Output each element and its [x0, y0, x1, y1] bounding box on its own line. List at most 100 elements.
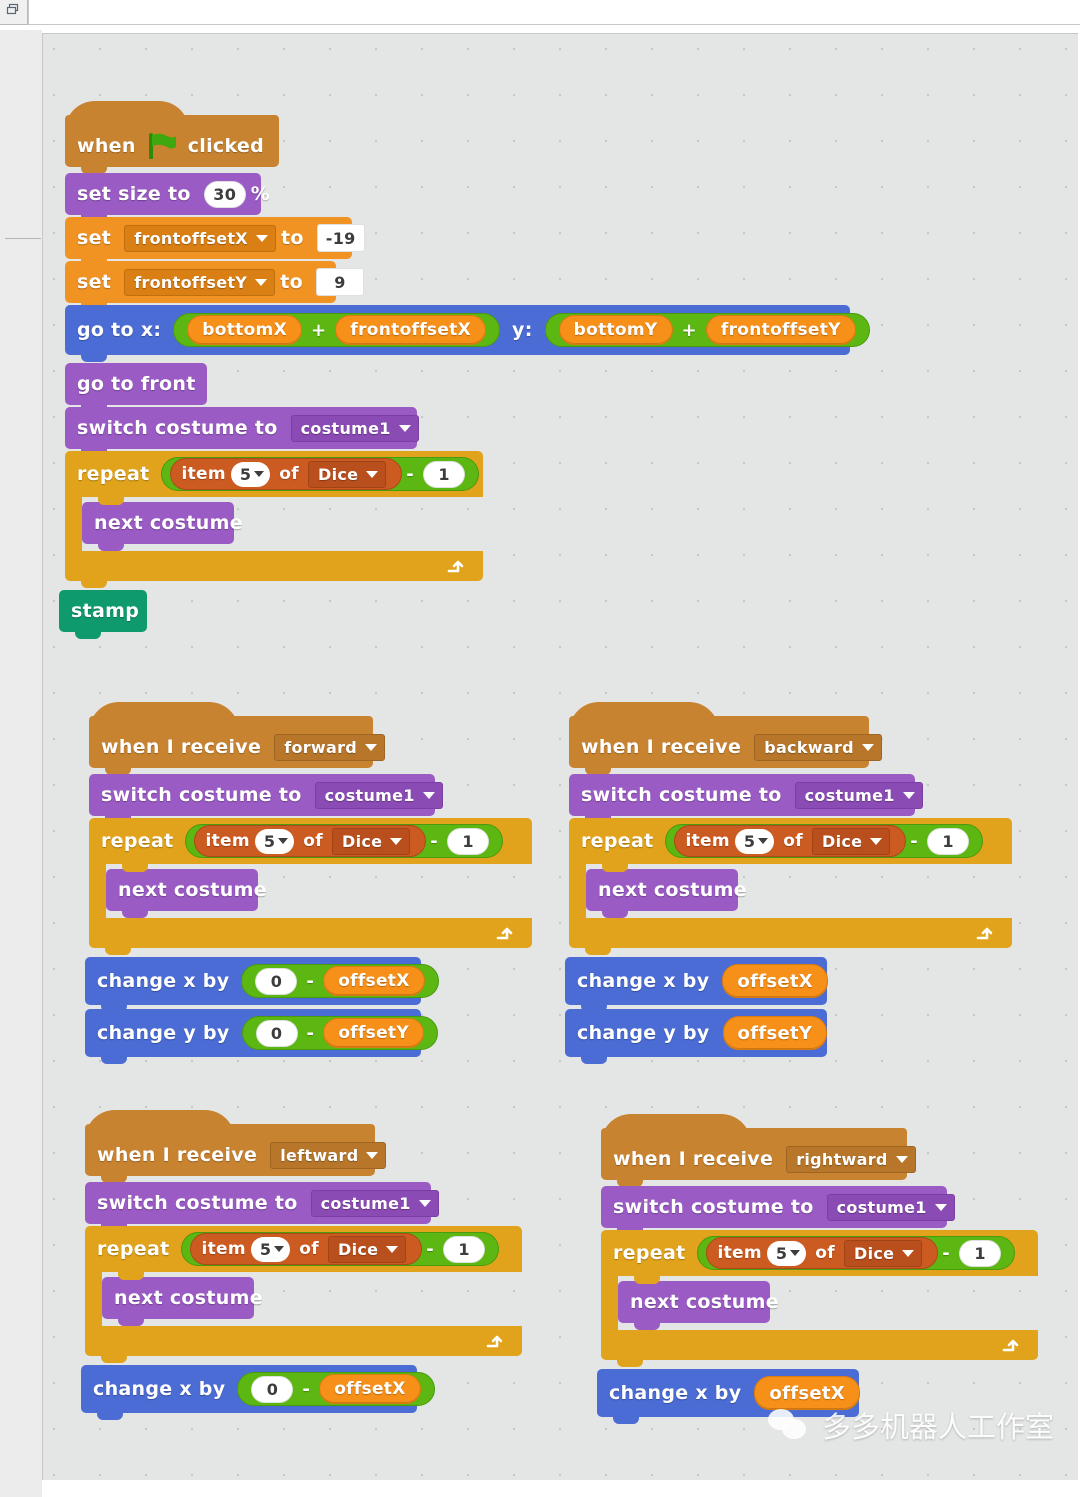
variable-dropdown[interactable]: frontoffsetY [124, 268, 276, 296]
item-index-dropdown[interactable]: 5 [734, 828, 775, 854]
item-of-list-reporter[interactable]: item 5 of Dice [674, 825, 907, 857]
list-dropdown[interactable]: Dice [307, 460, 387, 488]
addition-operator-x[interactable]: bottomX + frontoffsetX [173, 313, 501, 347]
costume-dropdown[interactable]: costume1 [310, 1189, 439, 1217]
operand-input[interactable]: 1 [959, 1239, 1002, 1267]
size-value-input[interactable]: 30 [203, 180, 246, 208]
scripts-canvas[interactable]: when clicked set size to 30 % set fronto… [42, 33, 1078, 1480]
message-dropdown[interactable]: forward [274, 733, 386, 761]
repeat-header[interactable]: repeat item 5 of Dice - 1 [601, 1230, 1038, 1276]
subtraction-operator[interactable]: 0 - offsetX [237, 1372, 435, 1406]
operand-input[interactable]: 1 [423, 460, 466, 488]
when-i-receive-rightward-hat-block[interactable]: when I receive rightward [601, 1114, 916, 1187]
list-dropdown[interactable]: Dice [811, 827, 891, 855]
zero-input[interactable]: 0 [255, 967, 298, 995]
repeat-header[interactable]: repeat item 5 of Dice - 1 [569, 818, 1012, 864]
set-variable-frontoffsety-block[interactable]: set frontoffsetY to 9 [65, 261, 364, 310]
when-i-receive-backward-hat-block[interactable]: when I receive backward [569, 702, 882, 775]
set-size-to-block[interactable]: set size to 30 % [65, 173, 270, 222]
next-costume-block[interactable]: next costume [106, 869, 267, 918]
variable-frontoffsetx[interactable]: frontoffsetX [335, 315, 487, 345]
switch-costume-block[interactable]: switch costume to costume1 [89, 774, 443, 823]
list-dropdown[interactable]: Dice [331, 827, 411, 855]
subtraction-operator[interactable]: 0 - offsetY [241, 1016, 438, 1050]
message-dropdown[interactable]: backward [754, 733, 882, 761]
go-to-front-block[interactable]: go to front [65, 363, 207, 412]
subtraction-operator[interactable]: item 5 of Dice - 1 [181, 1232, 500, 1266]
costume-dropdown[interactable]: costume1 [794, 781, 923, 809]
switch-costume-block[interactable]: switch costume to costume1 [569, 774, 923, 823]
when-i-receive-forward-hat-block[interactable]: when I receive forward [89, 702, 386, 775]
change-y-by-block[interactable]: change y by 0 - offsetY [85, 1009, 438, 1064]
when-flag-clicked-hat-block[interactable]: when clicked [65, 101, 279, 174]
change-x-by-block[interactable]: change x by 0 - offsetX [85, 957, 439, 1012]
operand-input[interactable]: 1 [443, 1235, 486, 1263]
variable-offsetx[interactable]: offsetX [722, 964, 828, 998]
operand-input[interactable]: 1 [447, 827, 490, 855]
change-y-by-block[interactable]: change y by offsetY [565, 1009, 828, 1064]
variable-frontoffsety[interactable]: frontoffsetY [705, 315, 856, 345]
change-x-by-block[interactable]: change x by offsetX [565, 957, 828, 1012]
window-restore-button[interactable] [0, 0, 28, 25]
set-variable-frontoffsetx-block[interactable]: set frontoffsetX to -19 [65, 217, 365, 266]
go-to-xy-block[interactable]: go to x: bottomX + frontoffsetX y: botto… [65, 305, 870, 362]
repeat-block-3[interactable]: repeat item 5 of Dice - 1 next costume [569, 818, 1012, 955]
operand-input[interactable]: 1 [927, 827, 970, 855]
repeat-header[interactable]: repeat item 5 of Dice - 1 [89, 818, 532, 864]
switch-costume-block[interactable]: switch costume to costume1 [65, 407, 419, 456]
repeat-header[interactable]: repeat item 5 of Dice - 1 [65, 451, 483, 497]
variable-offsetx[interactable]: offsetX [323, 966, 425, 996]
repeat-block-4[interactable]: repeat item 5 of Dice - 1 next costume [85, 1226, 522, 1363]
variable-bottomy[interactable]: bottomY [558, 315, 673, 345]
subtraction-operator[interactable]: item 5 of Dice - 1 [697, 1236, 1016, 1270]
chevron-down-icon [386, 1245, 399, 1253]
item-index-dropdown[interactable]: 5 [254, 828, 295, 854]
switch-costume-block[interactable]: switch costume to costume1 [85, 1182, 439, 1231]
repeat-block-5[interactable]: repeat item 5 of Dice - 1 next costume [601, 1230, 1038, 1367]
item-index-dropdown[interactable]: 5 [766, 1240, 807, 1266]
item-index-dropdown[interactable]: 5 [250, 1236, 291, 1262]
repeat-inner-slot[interactable]: next costume [586, 864, 747, 918]
repeat-block-2[interactable]: repeat item 5 of Dice - 1 next costume [89, 818, 532, 955]
item-of-list-reporter[interactable]: item 5 of Dice [194, 825, 427, 857]
next-costume-block[interactable]: next costume [82, 502, 243, 551]
next-costume-block[interactable]: next costume [102, 1277, 263, 1326]
repeat-inner-slot[interactable]: next costume [106, 864, 267, 918]
repeat-inner-slot[interactable]: next costume [102, 1272, 263, 1326]
zero-input[interactable]: 0 [251, 1375, 294, 1403]
costume-dropdown[interactable]: costume1 [290, 414, 419, 442]
repeat-header[interactable]: repeat item 5 of Dice - 1 [85, 1226, 522, 1272]
addition-operator-y[interactable]: bottomY + frontoffsetY [544, 313, 870, 347]
variable-dropdown[interactable]: frontoffsetX [124, 224, 276, 252]
subtraction-operator[interactable]: item 5 of Dice - 1 [161, 457, 480, 491]
stamp-block[interactable]: stamp [59, 590, 147, 639]
subtraction-operator[interactable]: item 5 of Dice - 1 [185, 824, 504, 858]
next-costume-block[interactable]: next costume [618, 1281, 779, 1330]
subtraction-operator[interactable]: 0 - offsetX [241, 964, 439, 998]
variable-value-input[interactable]: -19 [316, 224, 365, 252]
variable-offsetx[interactable]: offsetX [319, 1374, 421, 1404]
item-of-list-reporter[interactable]: item 5 of Dice [706, 1237, 939, 1269]
repeat-inner-slot[interactable]: next costume [82, 497, 243, 551]
item-index-dropdown[interactable]: 5 [230, 461, 271, 487]
zero-input[interactable]: 0 [255, 1019, 298, 1047]
next-costume-block[interactable]: next costume [586, 869, 747, 918]
list-dropdown[interactable]: Dice [843, 1239, 923, 1267]
costume-dropdown[interactable]: costume1 [314, 781, 443, 809]
repeat-inner-slot[interactable]: next costume [618, 1276, 779, 1330]
item-of-list-reporter[interactable]: item 5 of Dice [170, 458, 403, 490]
variable-value-input[interactable]: 9 [315, 268, 364, 296]
switch-costume-block[interactable]: switch costume to costume1 [601, 1186, 955, 1235]
change-x-by-block[interactable]: change x by 0 - offsetX [81, 1365, 435, 1420]
repeat-block-1[interactable]: repeat item 5 of Dice - 1 next costume [65, 451, 483, 588]
when-i-receive-leftward-hat-block[interactable]: when I receive leftward [85, 1110, 387, 1183]
costume-dropdown[interactable]: costume1 [826, 1193, 955, 1221]
list-dropdown[interactable]: Dice [327, 1235, 407, 1263]
variable-offsety[interactable]: offsetY [722, 1016, 828, 1050]
subtraction-operator[interactable]: item 5 of Dice - 1 [665, 824, 984, 858]
variable-offsety[interactable]: offsetY [323, 1018, 424, 1048]
message-dropdown[interactable]: rightward [786, 1145, 916, 1173]
message-dropdown[interactable]: leftward [270, 1141, 387, 1169]
variable-bottomx[interactable]: bottomX [187, 315, 302, 345]
item-of-list-reporter[interactable]: item 5 of Dice [190, 1233, 423, 1265]
